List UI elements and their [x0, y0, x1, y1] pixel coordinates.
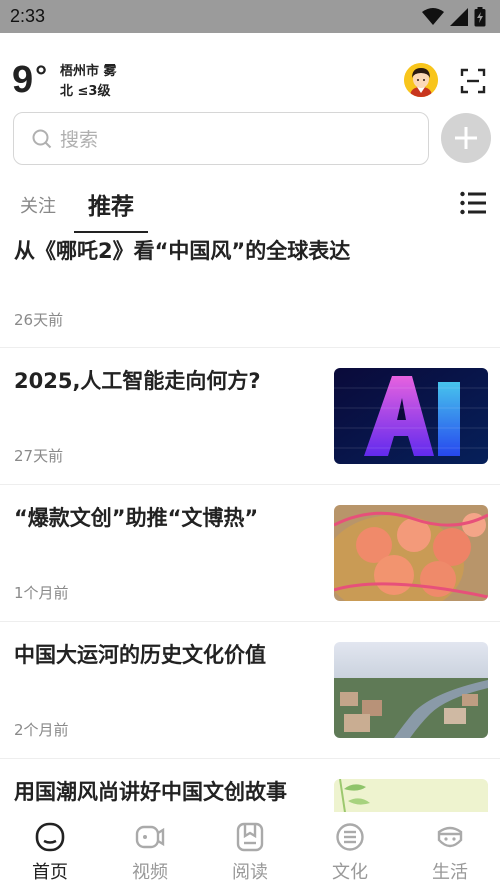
article-item[interactable]: “爆款文创”助推“文博热” 1个月前 [0, 485, 500, 622]
nav-label: 阅读 [232, 862, 268, 883]
temperature: 9° [12, 59, 47, 102]
search-placeholder: 搜索 [60, 129, 99, 151]
nav-label: 生活 [432, 862, 468, 883]
article-feed: 从《哪吒2》看“中国风”的全球表达 26天前 2025,人工智能走向何方? 27… [0, 230, 500, 812]
grand-canal-aerial-image [334, 642, 488, 738]
article-title: 中国大运河的历史文化价值 [14, 643, 266, 667]
article-item[interactable]: 从《哪吒2》看“中国风”的全球表达 26天前 [0, 230, 500, 348]
plus-icon [455, 127, 477, 149]
temperature-degree: ° [35, 60, 48, 93]
read-icon [236, 822, 264, 852]
plush-toys-image [334, 505, 488, 601]
status-icons [422, 6, 486, 27]
weather-header: 9° 梧州市 雾 北 ≤3级 [0, 55, 500, 105]
status-time: 2:33 [10, 6, 46, 26]
nav-item-video[interactable]: 视频 [100, 812, 200, 889]
wifi-icon [422, 7, 444, 25]
article-time: 2个月前 [14, 721, 69, 739]
article-title: 2025,人工智能走向何方? [14, 369, 261, 393]
avatar[interactable] [404, 63, 438, 97]
article-item[interactable]: 中国大运河的历史文化价值 2个月前 [0, 622, 500, 759]
article-title: “爆款文创”助推“文博热” [14, 506, 259, 530]
signal-icon [450, 7, 468, 26]
status-bar: 2:33 [0, 0, 500, 33]
article-title: 从《哪吒2》看“中国风”的全球表达 [14, 239, 351, 263]
search-input[interactable]: 搜索 [13, 112, 429, 165]
life-icon [437, 826, 463, 848]
video-icon [135, 825, 165, 849]
channel-tabs: 关注 推荐 [0, 180, 500, 236]
nav-item-home[interactable]: 首页 [0, 812, 100, 889]
temperature-value: 9 [12, 59, 34, 101]
nav-item-read[interactable]: 阅读 [200, 812, 300, 889]
add-button[interactable] [441, 113, 491, 163]
nav-item-culture[interactable]: 文化 [300, 812, 400, 889]
home-icon [35, 822, 65, 852]
article-time: 1个月前 [14, 584, 69, 602]
location-weather: 梧州市 雾 [60, 64, 117, 79]
article-title: 用国潮风尚讲好中国文创故事 [14, 780, 287, 804]
channel-menu-icon[interactable] [460, 191, 486, 215]
article-item[interactable]: 2025,人工智能走向何方? 27天前 [0, 348, 500, 485]
wind-level: 北 ≤3级 [60, 84, 111, 99]
tab-follow[interactable]: 关注 [20, 192, 56, 218]
bottom-nav: 首页 视频 阅读 文化 生活 [0, 812, 500, 889]
nav-label: 视频 [132, 862, 168, 883]
ai-hologram-image [334, 368, 488, 464]
user-avatar-icon [404, 63, 438, 97]
article-time: 27天前 [14, 447, 64, 465]
bamboo-image [334, 779, 488, 812]
scan-icon[interactable] [460, 68, 486, 94]
search-icon [32, 129, 52, 148]
nav-label: 文化 [332, 862, 368, 883]
nav-item-life[interactable]: 生活 [400, 812, 500, 889]
nav-label: 首页 [32, 862, 68, 883]
culture-icon [336, 823, 364, 851]
article-item[interactable]: 用国潮风尚讲好中国文创故事 [0, 759, 500, 812]
battery-icon [474, 6, 486, 26]
tab-recommend[interactable]: 推荐 [88, 187, 134, 221]
article-time: 26天前 [14, 311, 64, 329]
